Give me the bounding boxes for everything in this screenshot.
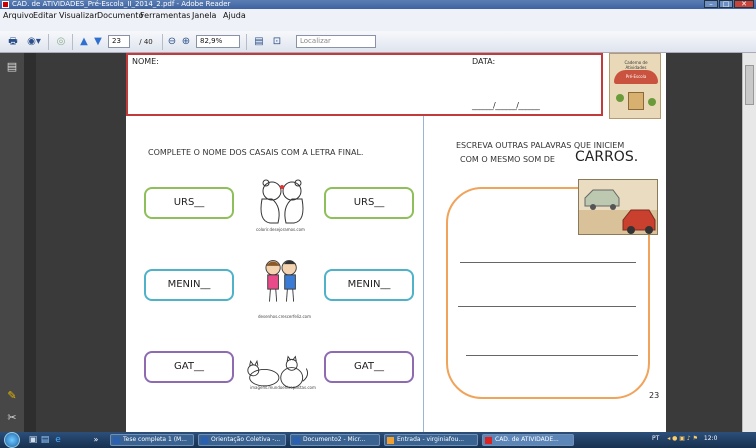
answer-line-2	[458, 306, 636, 307]
left-instruction: COMPLETE O NOME DOS CASAIS COM A LETRA F…	[148, 148, 364, 157]
menu-ajuda[interactable]: Ajuda	[223, 11, 246, 20]
pair2-left-box: MENIN__	[144, 269, 234, 301]
pair2-right-box: MENIN__	[324, 269, 414, 301]
explorer-icon[interactable]: ▤	[40, 434, 50, 446]
navigation-panel: ▤ ✎ ✂	[0, 53, 24, 432]
pair1-right-box: URS__	[324, 187, 414, 219]
answer-line-3	[466, 355, 638, 356]
task-item-cad-atividades[interactable]: CAD. de ATIVIDADE...	[482, 434, 574, 446]
bears-drawing	[260, 179, 304, 224]
page-number: 23	[649, 391, 660, 400]
pair3-left-box: GAT__	[144, 351, 234, 383]
column-divider	[423, 116, 424, 432]
fit-page-icon[interactable]: ▤	[252, 35, 266, 49]
name-date-box: NOME: DATA: ______/______/______	[126, 53, 603, 116]
print-icon[interactable]: 🖶	[6, 35, 20, 49]
page-total: / 40	[139, 38, 153, 46]
pair2-caption: desenhos.crescerfeliz.com	[258, 314, 312, 319]
fit-width-icon[interactable]: ⊡	[270, 35, 284, 49]
ie-icon[interactable]: e	[52, 434, 64, 446]
system-tray: PT ◂ ● ▣ ♪ ⚑ 12:0	[652, 435, 717, 442]
toolbar: 🖶 ◉▾ ◎ ▲ ▼ 23 / 40 ⊖ ⊕ 82,9% ▤ ⊡ Localiz…	[0, 31, 756, 53]
pair3-caption: imagens.mundoentrepastas.com	[250, 385, 316, 390]
cover-subtitle: Pré-Escola	[625, 74, 647, 79]
menu-janela[interactable]: Janela	[192, 11, 216, 20]
comments-icon[interactable]: ✎	[5, 389, 19, 403]
close-button[interactable]: ✕	[734, 0, 754, 8]
task-item-tese[interactable]: Tese completa 1 (M...	[110, 434, 194, 446]
taskbar: ▣ ▤ e » Tese completa 1 (M... Orientação…	[0, 432, 756, 448]
scroll-thumb[interactable]	[745, 65, 754, 105]
pair1-left-box: URS__	[144, 187, 234, 219]
zoom-out-icon[interactable]: ⊖	[166, 35, 178, 49]
maximize-button[interactable]: □	[719, 0, 733, 8]
name-label: NOME:	[132, 57, 159, 66]
title-bar: CAD. de ATIVIDADES_Pré-Escola_II_2014_2.…	[0, 0, 756, 9]
pair1-caption: colorir.desejoramos.com	[256, 227, 305, 232]
share-icon[interactable]: ◎	[54, 35, 68, 49]
book-cover-image: Caderno de Atividades Pré-Escola	[609, 53, 661, 119]
vertical-scrollbar[interactable]	[742, 53, 756, 432]
tray-icons[interactable]: ◂ ● ▣ ♪ ⚑	[667, 435, 698, 442]
menu-documento[interactable]: Documento	[97, 11, 143, 20]
clock[interactable]: 12:0	[704, 435, 717, 442]
zoom-in-icon[interactable]: ⊕	[180, 35, 192, 49]
window-title: CAD. de ATIVIDADES_Pré-Escola_II_2014_2.…	[12, 0, 231, 8]
task-item-entrada[interactable]: Entrada - virginiafou...	[384, 434, 478, 446]
children-drawing	[265, 260, 297, 302]
attachment-icon[interactable]: ✂	[5, 411, 19, 425]
minimize-button[interactable]: –	[704, 0, 718, 8]
pdf-page: NOME: DATA: ______/______/______ Caderno…	[126, 53, 666, 432]
search-input[interactable]: Localizar	[296, 35, 376, 48]
menu-ferramentas[interactable]: Ferramentas	[140, 11, 190, 20]
right-instruction-line2: COM O MESMO SOM DE	[460, 155, 555, 164]
windows-start-icon[interactable]	[4, 432, 20, 448]
date-blanks: ______/______/______	[472, 101, 540, 110]
next-page-icon[interactable]: ▼	[92, 35, 104, 49]
answer-line-1	[460, 262, 636, 263]
carros-word: CARROS.	[575, 149, 639, 165]
previous-page-icon[interactable]: ▲	[78, 35, 90, 49]
create-pdf-icon[interactable]: ◉▾	[24, 35, 44, 49]
language-indicator[interactable]: PT	[652, 435, 659, 442]
cars-image	[578, 179, 658, 235]
task-item-orientacao[interactable]: Orientação Coletiva -...	[198, 434, 286, 446]
task-item-documento2[interactable]: Documento2 - Micr...	[290, 434, 380, 446]
panel-divider	[24, 53, 36, 432]
page-number-input[interactable]: 23	[108, 35, 130, 48]
date-label: DATA:	[472, 57, 496, 66]
pages-icon[interactable]: ▤	[5, 60, 19, 74]
adobe-reader-icon	[2, 1, 9, 8]
menu-visualizar[interactable]: Visualizar	[59, 11, 98, 20]
cover-title: Caderno de Atividades	[624, 60, 648, 70]
pair3-right-box: GAT__	[324, 351, 414, 383]
menu-editar[interactable]: Editar	[33, 11, 57, 20]
window-controls: – □ ✕	[703, 0, 754, 9]
menu-arquivo[interactable]: Arquivo	[3, 11, 34, 20]
menu-bar: Arquivo Editar Visualizar Documento Ferr…	[0, 9, 756, 31]
cats-drawing	[247, 355, 308, 389]
zoom-select[interactable]: 82,9%	[196, 35, 240, 48]
more-button[interactable]: »	[90, 434, 102, 446]
show-desktop-icon[interactable]: ▣	[28, 434, 38, 446]
